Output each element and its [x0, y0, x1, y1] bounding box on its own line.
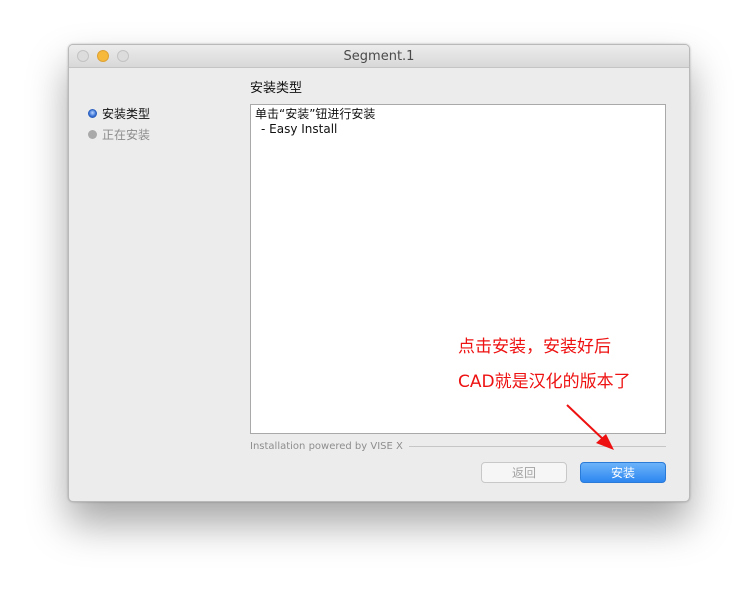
annotation-line-2: CAD就是汉化的版本了 — [458, 372, 631, 392]
title-bar: Segment.1 — [69, 45, 689, 68]
install-instruction-text: 单击“安装”钮进行安装 — [255, 107, 376, 121]
step-installing: 正在安装 — [88, 124, 238, 145]
powered-by-footer: Installation powered by VISE X — [250, 439, 666, 453]
page-title: 安装类型 — [250, 81, 303, 96]
install-option-text: - Easy Install — [261, 122, 338, 136]
pending-step-bullet-icon — [88, 130, 97, 139]
install-button[interactable]: 安装 — [580, 462, 666, 483]
installer-window: Segment.1 安装类型 正在安装 安装类型 单击“安装”钮进行安装 - E… — [68, 44, 690, 502]
current-step-bullet-icon — [88, 109, 97, 118]
footer-divider — [408, 445, 666, 447]
window-title: Segment.1 — [343, 49, 415, 64]
step-install-type: 安装类型 — [88, 103, 238, 124]
screenshot-stage: Segment.1 安装类型 正在安装 安装类型 单击“安装”钮进行安装 - E… — [0, 0, 756, 592]
annotation-line-1: 点击安装，安装好后 — [458, 337, 611, 357]
powered-by-text: Installation powered by VISE X — [250, 440, 403, 452]
step-install-type-label: 安装类型 — [102, 107, 151, 121]
installer-steps-sidebar: 安装类型 正在安装 — [88, 103, 238, 145]
step-installing-label: 正在安装 — [102, 128, 151, 142]
back-button[interactable]: 返回 — [481, 462, 567, 483]
